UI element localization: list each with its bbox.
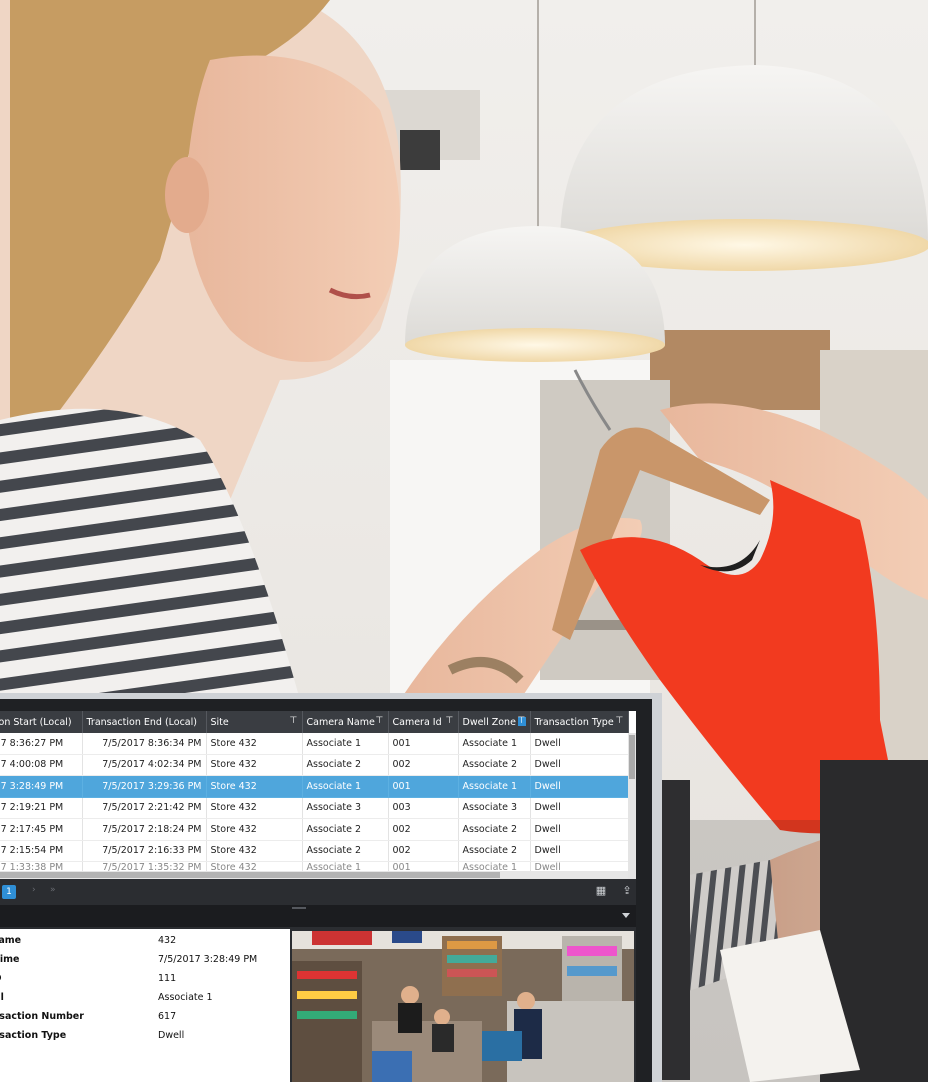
cell-type: Dwell: [530, 754, 629, 776]
cell-start: 7/5/2017 2:15:54 PM: [0, 840, 83, 862]
scroll-thumb[interactable]: [629, 735, 635, 779]
chevron-down-icon[interactable]: [622, 913, 630, 918]
splitter-grip[interactable]: [292, 907, 306, 909]
last-page-icon[interactable]: »: [50, 885, 56, 895]
table-row[interactable]: 7/5/2017 2:17:45 PM 7/5/2017 2:18:24 PM …: [0, 818, 629, 841]
vertical-scrollbar[interactable]: [628, 733, 636, 879]
cell-end: 7/5/2017 3:29:36 PM: [82, 775, 207, 798]
cell-site: Store 432: [206, 733, 303, 755]
col-camera-id[interactable]: Camera Id ⊤: [388, 711, 459, 733]
col-transaction-type[interactable]: Transaction Type ⊤: [530, 711, 629, 733]
pager-bar: 1 › » ▦ ⇪: [0, 879, 636, 905]
cell-dwell-zone: Associate 2: [458, 818, 531, 841]
cell-dwell-zone: Associate 3: [458, 797, 531, 819]
cell-site: Store 432: [206, 775, 303, 798]
horizontal-scrollbar[interactable]: [0, 871, 628, 879]
cell-dwell-zone: Associate 2: [458, 754, 531, 776]
cell-site: Store 432: [206, 754, 303, 776]
scroll-thumb[interactable]: [0, 872, 500, 878]
filter-active-icon[interactable]: ⊤: [517, 717, 526, 726]
cell-site: Store 432: [206, 840, 303, 862]
filter-icon[interactable]: ⊤: [290, 717, 298, 726]
cell-type: Dwell: [530, 797, 629, 819]
app-screen: Transaction Start (Local) Transaction En…: [0, 711, 636, 1082]
cell-site: Store 432: [206, 797, 303, 819]
col-site[interactable]: Site ⊤: [206, 711, 303, 733]
cell-start: 7/5/2017 3:28:49 PM: [0, 775, 83, 798]
col-transaction-start[interactable]: Transaction Start (Local): [0, 711, 83, 733]
cell-end: 7/5/2017 2:21:42 PM: [82, 797, 207, 819]
cell-dwell-zone: Associate 2: [458, 840, 531, 862]
cell-camera-id: 001: [388, 733, 459, 755]
table-row[interactable]: 7/5/2017 2:19:21 PM 7/5/2017 2:21:42 PM …: [0, 797, 629, 819]
cell-camera-id: 002: [388, 754, 459, 776]
export-icon[interactable]: ⇪: [620, 884, 634, 898]
cell-start: 7/5/2017 2:17:45 PM: [0, 818, 83, 841]
cell-start: 7/5/2017 2:19:21 PM: [0, 797, 83, 819]
col-dwell-zone[interactable]: Dwell Zone ⊤: [458, 711, 531, 733]
cell-dwell-zone: Associate 1: [458, 775, 531, 798]
cell-type: Dwell: [530, 840, 629, 862]
col-transaction-end[interactable]: Transaction End (Local): [82, 711, 207, 733]
cell-camera-name: Associate 1: [302, 733, 389, 755]
filter-icon[interactable]: ⊤: [376, 717, 384, 726]
cell-dwell-zone: Associate 1: [458, 733, 531, 755]
monitor: Transaction Start (Local) Transaction En…: [0, 693, 662, 1082]
next-page-icon[interactable]: ›: [32, 885, 36, 895]
cell-camera-name: Associate 2: [302, 754, 389, 776]
cell-camera-id: 002: [388, 818, 459, 841]
table-row[interactable]: 7/5/2017 4:00:08 PM 7/5/2017 4:02:34 PM …: [0, 754, 629, 776]
cell-camera-name: Associate 1: [302, 775, 389, 798]
cell-camera-id: 002: [388, 840, 459, 862]
filter-icon[interactable]: ⊤: [616, 717, 624, 726]
table-row[interactable]: 7/5/2017 8:36:27 PM 7/5/2017 8:36:34 PM …: [0, 733, 629, 755]
cell-start: 7/5/2017 4:00:08 PM: [0, 754, 83, 776]
col-camera-name[interactable]: Camera Name ⊤: [302, 711, 389, 733]
cell-end: 7/5/2017 8:36:34 PM: [82, 733, 207, 755]
cell-camera-name: Associate 2: [302, 840, 389, 862]
cell-end: 7/5/2017 2:18:24 PM: [82, 818, 207, 841]
cell-start: 7/5/2017 8:36:27 PM: [0, 733, 83, 755]
cell-camera-id: 001: [388, 775, 459, 798]
transaction-details-panel: Site Name 432 Date / Time 7/5/2017 3:28:…: [0, 929, 290, 1082]
grid-header-row: Transaction Start (Local) Transaction En…: [0, 711, 629, 733]
cell-site: Store 432: [206, 818, 303, 841]
cell-camera-name: Associate 2: [302, 818, 389, 841]
store-camera-footage: [292, 931, 634, 1082]
column-chooser-icon[interactable]: ▦: [594, 884, 608, 898]
cell-camera-id: 003: [388, 797, 459, 819]
table-row-selected[interactable]: 7/5/2017 3:28:49 PM 7/5/2017 3:29:36 PM …: [0, 775, 629, 798]
filter-icon[interactable]: ⊤: [446, 717, 454, 726]
table-row[interactable]: 7/5/2017 2:15:54 PM 7/5/2017 2:16:33 PM …: [0, 840, 629, 862]
page-1-button[interactable]: 1: [2, 885, 16, 899]
cell-end: 7/5/2017 2:16:33 PM: [82, 840, 207, 862]
cell-type: Dwell: [530, 775, 629, 798]
cell-end: 7/5/2017 4:02:34 PM: [82, 754, 207, 776]
cell-type: Dwell: [530, 733, 629, 755]
cell-camera-name: Associate 3: [302, 797, 389, 819]
camera-video-frame[interactable]: [292, 931, 634, 1082]
transactions-grid: Transaction Start (Local) Transaction En…: [0, 711, 636, 879]
cell-type: Dwell: [530, 818, 629, 841]
panel-splitter[interactable]: [0, 905, 636, 927]
